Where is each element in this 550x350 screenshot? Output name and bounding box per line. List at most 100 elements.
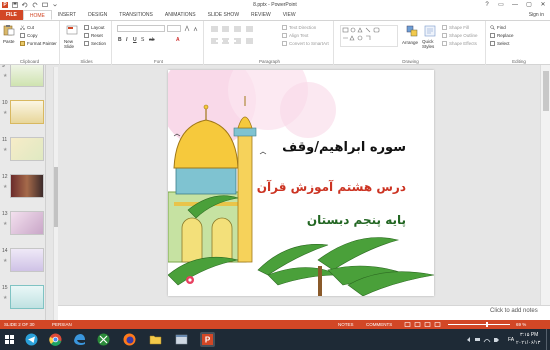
font-size-select[interactable]	[167, 25, 181, 32]
thumbnail-item[interactable]: 12 ★	[0, 172, 45, 202]
thumbnail-item[interactable]: 9 ★	[0, 65, 45, 91]
comments-button[interactable]: COMMENTS	[366, 322, 392, 327]
slide-scroll-thumb[interactable]	[543, 71, 549, 111]
tab-insert[interactable]: INSERT	[52, 10, 82, 20]
thumbnail-item[interactable]: 11 ★	[0, 135, 45, 165]
shape-effects-button[interactable]: Shape Effects	[442, 41, 477, 46]
select-label: Select	[497, 41, 510, 46]
tab-design[interactable]: DESIGN	[82, 10, 113, 20]
select-button[interactable]: Select	[490, 41, 510, 46]
system-tray-icons[interactable]	[466, 336, 506, 343]
taskbar-edge[interactable]	[72, 332, 87, 347]
quick-styles-icon[interactable]	[424, 25, 436, 37]
taskbar-file-explorer[interactable]	[148, 332, 163, 347]
redo-icon[interactable]	[32, 2, 38, 8]
tab-home[interactable]: HOME	[22, 10, 52, 20]
section-button[interactable]: Section	[84, 41, 106, 46]
minimize-button[interactable]: —	[508, 0, 522, 10]
taskbar-firefox[interactable]	[122, 332, 137, 347]
new-slide-icon[interactable]	[66, 24, 78, 36]
font-name-select[interactable]	[117, 25, 165, 32]
list-buttons-icon[interactable]	[210, 25, 260, 32]
taskbar-powerpoint[interactable]: P	[200, 332, 215, 347]
new-slide-button[interactable]: New Slide	[64, 39, 80, 49]
tab-review[interactable]: REVIEW	[245, 10, 277, 20]
taskbar-app[interactable]	[174, 332, 189, 347]
shadow-icon[interactable]: S	[141, 37, 144, 43]
sign-in-link[interactable]: Sign in	[529, 10, 550, 20]
tab-file[interactable]: FILE	[0, 10, 23, 20]
shape-fill-button[interactable]: Shape Fill	[442, 25, 469, 30]
convert-smartart-button[interactable]: Convert to SmartArt	[282, 41, 329, 46]
tab-slide-show[interactable]: SLIDE SHOW	[202, 10, 245, 20]
clipboard-label: Clipboard	[19, 59, 40, 64]
arrange-icon[interactable]	[406, 25, 418, 37]
language-indicator[interactable]: PERSIAN	[52, 322, 72, 327]
taskbar-date[interactable]: ۲۰۲۱/۰۶/۱۳	[516, 340, 540, 346]
zoom-level[interactable]: 69 %	[516, 322, 526, 327]
thumbnail-item[interactable]: 10 ★	[0, 98, 45, 128]
ribbon-display-button[interactable]: ▭	[494, 0, 508, 10]
notes-button[interactable]: NOTES	[338, 322, 354, 327]
customize-qat-icon[interactable]	[52, 2, 58, 8]
reset-button[interactable]: Reset	[84, 33, 103, 38]
thumbnail-item[interactable]: 13 ★	[0, 209, 45, 239]
slide-title-line2[interactable]: درس هشتم آموزش قرآن	[257, 180, 406, 194]
show-desktop-button[interactable]	[546, 329, 550, 350]
strikethrough-icon[interactable]: ab	[149, 37, 155, 43]
maximize-button[interactable]: ▢	[522, 0, 536, 10]
italic-icon[interactable]: I	[126, 37, 127, 43]
underline-icon[interactable]: U	[133, 37, 137, 43]
start-slideshow-icon[interactable]	[42, 2, 48, 8]
shapes-gallery-icon[interactable]	[340, 25, 398, 47]
taskbar-time[interactable]: ۳:۱۵ PM	[520, 332, 538, 338]
grow-font-icon[interactable]	[184, 25, 191, 32]
paste-button[interactable]: Paste	[3, 39, 15, 44]
tab-view[interactable]: VIEW	[277, 10, 302, 20]
copy-icon	[20, 33, 25, 38]
ribbon-tabs: FILE HOME INSERT DESIGN TRANSITIONS ANIM…	[0, 10, 550, 21]
slide-thumbnail-pane: 9 ★ 10 ★ 11 ★ 12 ★ 13 ★ 14 ★ 15 ★	[0, 65, 46, 320]
quick-styles-button[interactable]: Quick Styles	[422, 39, 438, 49]
thumbnail-item[interactable]: 15 ★	[0, 283, 45, 313]
layout-button[interactable]: Layout	[84, 25, 105, 30]
undo-icon[interactable]	[22, 2, 28, 8]
zoom-slider-handle[interactable]	[486, 322, 488, 327]
edge-icon	[74, 334, 85, 345]
start-button[interactable]	[2, 332, 17, 347]
font-color-icon[interactable]: A	[176, 37, 180, 43]
shape-outline-button[interactable]: Shape Outline	[442, 33, 478, 38]
shrink-font-icon[interactable]	[192, 25, 199, 32]
current-slide[interactable]: سوره ابراهیم/وقف درس هشتم آموزش قرآن پای…	[168, 70, 434, 296]
paragraph-label: Paragraph	[258, 59, 280, 64]
help-button[interactable]: ?	[480, 0, 494, 10]
paste-icon[interactable]	[3, 24, 15, 36]
drawing-label: Drawing	[402, 59, 419, 64]
cut-button[interactable]: Cut	[20, 25, 34, 30]
save-icon[interactable]	[12, 2, 18, 8]
close-button[interactable]: ✕	[536, 0, 550, 10]
align-text-button[interactable]: Align Text	[282, 33, 308, 38]
format-painter-button[interactable]: Format Painter	[20, 41, 57, 46]
tab-transitions[interactable]: TRANSITIONS	[113, 10, 159, 20]
bold-icon[interactable]: B	[118, 37, 122, 43]
taskbar-chrome[interactable]	[48, 332, 63, 347]
align-buttons-icon[interactable]	[210, 37, 260, 44]
copy-button[interactable]: Copy	[20, 33, 38, 38]
align-text-icon	[282, 33, 287, 38]
replace-button[interactable]: Replace	[490, 33, 514, 38]
arrange-button[interactable]: Arrange	[402, 40, 418, 45]
slide-title-line1[interactable]: سوره ابراهیم/وقف	[282, 140, 406, 155]
view-buttons-icon[interactable]	[404, 322, 444, 327]
tab-animations[interactable]: ANIMATIONS	[159, 10, 202, 20]
find-button[interactable]: Find	[490, 25, 506, 30]
taskbar-xbox[interactable]	[96, 332, 111, 347]
notes-pane[interactable]: Click to add notes	[58, 305, 550, 320]
slide-scrollbar[interactable]	[540, 65, 550, 305]
zoom-slider[interactable]	[448, 322, 510, 327]
text-direction-button[interactable]: Text Direction	[282, 25, 316, 30]
keyboard-language[interactable]: FA	[508, 337, 514, 343]
taskbar-telegram[interactable]	[24, 332, 39, 347]
thumbnail-item[interactable]: 14 ★	[0, 246, 45, 276]
slide-title-line3[interactable]: پایه پنجم دبستان	[307, 213, 406, 227]
